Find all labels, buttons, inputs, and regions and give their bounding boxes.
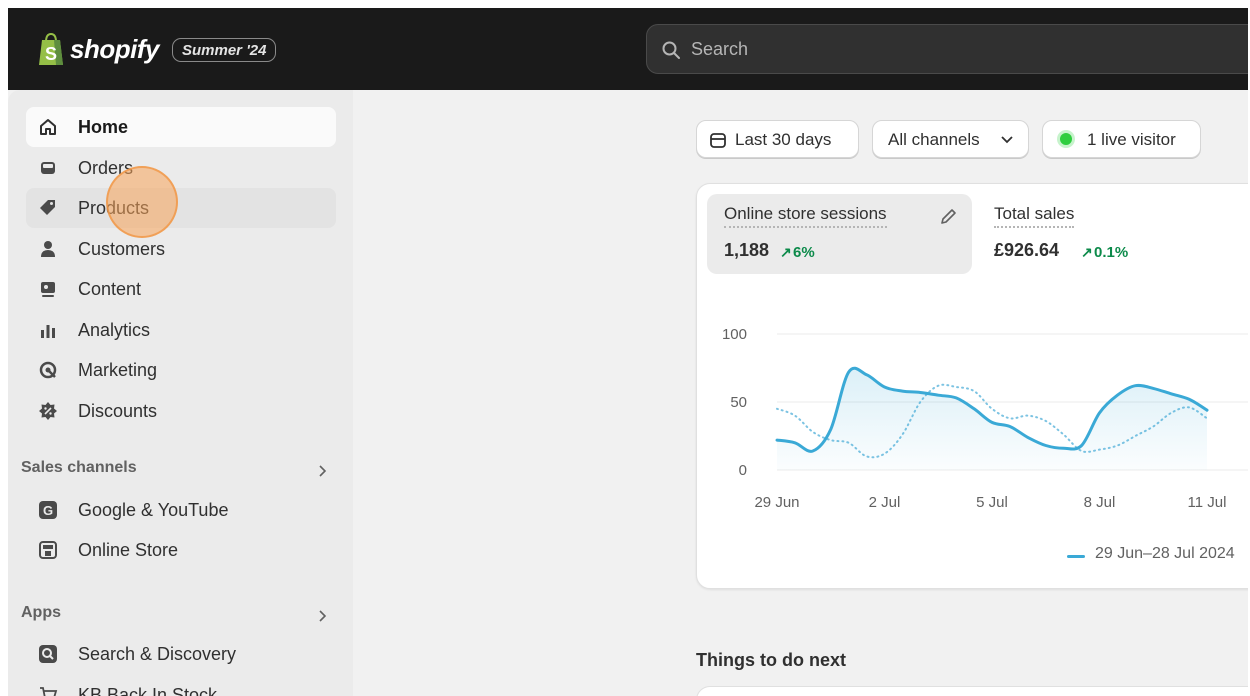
sessions-line-chart: 100 50 0 29 Jun 2 Jul 5 Jul 8 Jul 11 Jul [722,326,1248,511]
sidebar-item-products[interactable]: Products [26,188,336,228]
search-icon [662,41,680,59]
sidebar-item-google-youtube[interactable]: G Google & YouTube [26,490,336,530]
apps-title[interactable]: Apps [21,604,61,622]
chevron-right-icon[interactable] [316,465,328,477]
date-range-button[interactable]: Last 30 days [696,120,859,158]
sidebar-item-customers[interactable]: Customers [26,229,336,269]
sidebar-item-label: Home [78,117,129,137]
sidebar-item-label: Search & Discovery [78,644,237,664]
date-range-label: Last 30 days [735,130,832,149]
person-icon [41,241,55,257]
live-visitors-label: 1 live visitor [1087,130,1176,149]
target-icon [39,361,57,379]
sidebar-item-label: Discounts [78,401,158,421]
shopify-logo-text[interactable]: shopify [70,34,159,65]
svg-text:S: S [45,44,57,64]
shopify-bag-icon[interactable]: S [36,32,66,66]
sidebar-item-label: KB Back In Stock [78,685,218,696]
sidebar-item-kb-back-in-stock[interactable]: KB Back In Stock [26,675,336,696]
legend-swatch [1067,555,1085,558]
sidebar-item-label: Content [78,279,142,299]
series-area [777,368,1207,470]
channels-label: All channels [888,130,980,149]
things-to-do-title: Things to do next [696,650,846,670]
store-icon [39,541,57,559]
sidebar-item-search-discovery[interactable]: Search & Discovery [26,634,336,674]
svg-text:G: G [43,503,53,518]
top-bar: S shopify Summer '24 Search [8,8,1248,90]
sidebar-item-home[interactable]: Home [26,107,336,147]
x-tick-label: 2 Jul [869,494,901,511]
x-tick-label: 5 Jul [976,494,1008,511]
analytics-card: Online store sessions 1,188 ↗ 6% Total s… [696,183,1248,589]
search-app-icon [39,645,57,663]
edition-badge[interactable]: Summer '24 [172,38,277,62]
inbox-icon [41,162,55,174]
sidebar-item-online-store[interactable]: Online Store [26,530,336,570]
sidebar-item-orders[interactable]: Orders [26,148,336,188]
sidebar-item-content[interactable]: Content [26,269,336,309]
live-status-dot [1060,133,1072,145]
sidebar-item-label: Online Store [78,540,179,560]
sidebar-item-discounts[interactable]: Discounts [26,391,336,431]
bar-chart-icon [41,325,55,338]
sidebar-item-label: Marketing [78,360,158,380]
search-placeholder: Search [691,39,749,59]
y-tick-label: 0 [739,462,747,479]
sidebar-item-label: Customers [78,239,166,259]
cursor-highlight [106,166,178,238]
sidebar-item-label: Analytics [78,320,151,340]
calendar-icon [710,133,726,148]
discount-icon [39,402,57,420]
chevron-down-icon [1001,136,1013,144]
chevron-right-icon[interactable] [316,610,328,622]
x-tick-label: 29 Jun [754,494,799,511]
x-tick-label: 8 Jul [1084,494,1116,511]
search-bar[interactable]: Search [646,24,1248,74]
live-visitors-button[interactable]: 1 live visitor [1042,120,1201,158]
content-icon [41,282,55,297]
cart-icon [40,687,58,696]
google-icon: G [39,501,57,519]
y-tick-label: 50 [730,394,747,411]
x-tick-label: 11 Jul [1188,494,1227,511]
home-icon [40,119,56,135]
sales-channels-title[interactable]: Sales channels [21,459,137,477]
tag-icon [40,200,55,215]
chart-legend: 29 Jun–28 Jul 2024 [1095,545,1235,562]
sidebar-item-marketing[interactable]: Marketing [26,350,336,390]
main-content: Last 30 days All channels 1 live visitor… [353,90,1248,696]
y-tick-label: 100 [722,326,747,343]
channels-dropdown[interactable]: All channels [872,120,1029,158]
app-window: S shopify Summer '24 Search Home Orders … [8,8,1248,696]
sidebar: Home Orders Products Customers Content A… [8,90,353,696]
sidebar-item-analytics[interactable]: Analytics [26,310,336,350]
sidebar-item-label: Google & YouTube [78,500,229,520]
things-to-do-card [696,686,1248,696]
